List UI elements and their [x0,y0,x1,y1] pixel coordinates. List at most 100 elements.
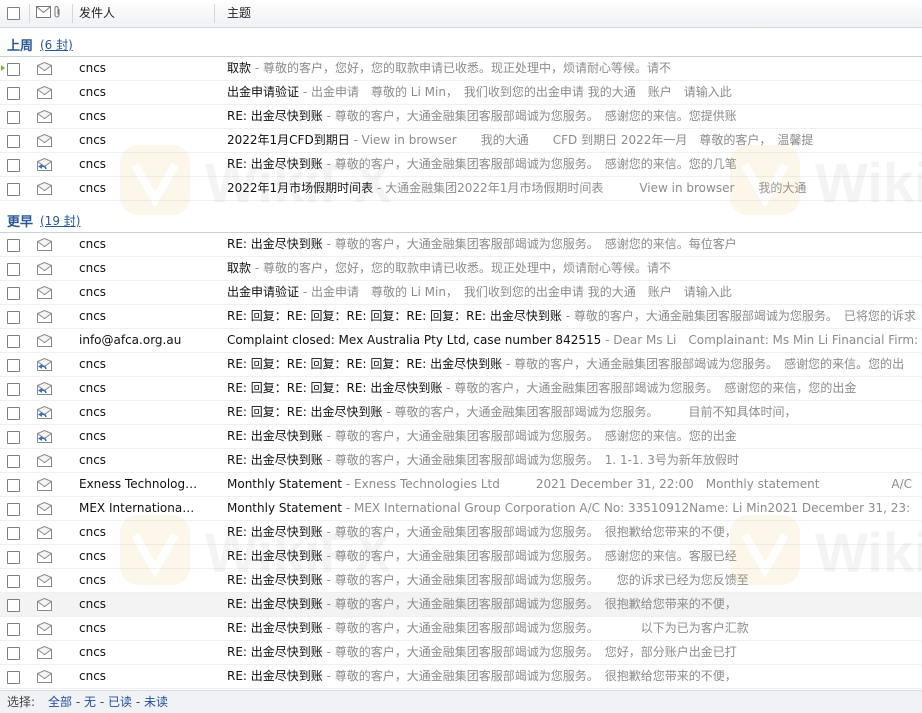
subject-cell[interactable]: 取款 - 尊敬的客户，您好，您的取款申请已收悉。现正处理中，烦请耐心等候。请不 [227,57,922,80]
row-checkbox[interactable] [7,335,20,348]
row-checkbox[interactable] [7,263,20,276]
subject-cell[interactable]: 出金申请验证 - 出金申请 尊敬的 Li Min， 我们收到您的出金申请 我的大… [227,81,922,104]
preview-separator: - [322,237,335,251]
message-row[interactable]: cncs RE: 出金尽快到账 - 尊敬的客户，大通金融集团客服部竭诚为您服务。 … [0,153,922,177]
subject-column-header[interactable]: 主题 [227,0,251,27]
message-row[interactable]: cncs RE: 出金尽快到账 - 尊敬的客户，大通金融集团客服部竭诚为您服务。 … [0,641,922,665]
group-count-link[interactable]: (6 封) [40,36,73,53]
subject-cell[interactable]: 出金申请验证 - 出金申请 尊敬的 Li Min， 我们收到您的出金申请 我的大… [227,281,922,304]
envelope-column-icon[interactable] [36,6,51,21]
envelope-icon [36,237,53,251]
message-row[interactable]: cncs 出金申请验证 - 出金申请 尊敬的 Li Min， 我们收到您的出金申请… [0,81,922,105]
message-row[interactable]: Exness Technolog… Monthly Statement - Exn… [0,473,922,497]
row-checkbox[interactable] [7,159,20,172]
subject-cell[interactable]: RE: 出金尽快到账 - 尊敬的客户，大通金融集团客服部竭诚为您服务。 您的诉求… [227,569,922,592]
message-row[interactable]: cncs 2022年1月市场假期时间表 - 大通金融集团2022年1月市场假期时间… [0,177,922,201]
reply-icon [36,405,53,419]
attachment-column-icon[interactable] [53,5,61,22]
row-checkbox[interactable] [7,239,20,252]
row-checkbox[interactable] [7,431,20,444]
subject-cell[interactable]: RE: 出金尽快到账 - 尊敬的客户，大通金融集团客服部竭诚为您服务。 以下为已… [227,617,922,640]
message-row[interactable]: cncs RE: 出金尽快到账 - 尊敬的客户，大通金融集团客服部竭诚为您服务。 … [0,105,922,129]
preview-text: 尊敬的客户，大通金融集团客服部竭诚为您服务。 感谢您的来信，您的出金 [454,381,857,395]
preview-text: 尊敬的客户，大通金融集团客服部竭诚为您服务。 很抱歉给您带来的不便， [334,669,737,683]
subject-text: RE: 出金尽快到账 [227,237,323,251]
subject-cell[interactable]: 取款 - 尊敬的客户，您好，您的取款申请已收悉。现正处理中，烦请耐心等候。请不 [227,257,922,280]
preview-text: 尊敬的客户，大通金融集团客服部竭诚为您服务。 以下为已为客户汇款 [334,621,749,635]
message-row[interactable]: cncs RE: 出金尽快到账 - 尊敬的客户，大通金融集团客服部竭诚为您服务。 … [0,521,922,545]
message-row[interactable]: cncs RE: 出金尽快到账 - 尊敬的客户，大通金融集团客服部竭诚为您服务。 … [0,593,922,617]
message-row[interactable]: cncs RE: 出金尽快到账 - 尊敬的客户，大通金融集团客服部竭诚为您服务。 … [0,569,922,593]
message-row[interactable]: cncs 出金申请验证 - 出金申请 尊敬的 Li Min， 我们收到您的出金申请… [0,281,922,305]
message-row[interactable]: cncs RE: 回复：RE: 回复：RE: 出金尽快到账 - 尊敬的客户，大通金… [0,377,922,401]
select-read-link[interactable]: 已读 [108,695,132,709]
subject-cell[interactable]: 2022年1月CFD到期日 - View in browser 我的大通 CFD… [227,129,922,152]
subject-cell[interactable]: RE: 出金尽快到账 - 尊敬的客户，大通金融集团客服部竭诚为您服务。 1. 1… [227,449,922,472]
row-checkbox[interactable] [7,623,20,636]
subject-cell[interactable]: RE: 回复：RE: 出金尽快到账 - 尊敬的客户，大通金融集团客服部竭诚为您服… [227,401,922,424]
row-checkbox[interactable] [7,63,20,76]
message-row[interactable]: MEX Internationa… Monthly Statement - MEX… [0,497,922,521]
subject-cell[interactable]: RE: 回复：RE: 回复：RE: 回复：RE: 回复：RE: 出金尽快到账 -… [227,305,922,328]
subject-cell[interactable]: RE: 出金尽快到账 - 尊敬的客户，大通金融集团客服部竭诚为您服务。 感谢您的… [227,425,922,448]
subject-cell[interactable]: RE: 出金尽快到账 - 尊敬的客户，大通金融集团客服部竭诚为您服务。 感谢您的… [227,233,922,256]
row-checkbox[interactable] [7,479,20,492]
message-row[interactable]: cncs RE: 回复：RE: 回复：RE: 回复：RE: 出金尽快到账 - 尊敬… [0,353,922,377]
subject-cell[interactable]: Complaint closed: Mex Australia Pty Ltd,… [227,329,922,352]
sender-name: Exness Technolog… [79,477,198,491]
select-unread-link[interactable]: 未读 [144,695,168,709]
message-row[interactable]: info@afca.org.au Complaint closed: Mex Au… [0,329,922,353]
subject-cell[interactable]: RE: 出金尽快到账 - 尊敬的客户，大通金融集团客服部竭诚为您服务。 您好，部… [227,641,922,664]
subject-cell[interactable]: Monthly Statement - MEX International Gr… [227,497,922,520]
subject-cell[interactable]: RE: 出金尽快到账 - 尊敬的客户，大通金融集团客服部竭诚为您服务。 很抱歉给… [227,665,922,688]
message-row[interactable]: cncs 2022年1月CFD到期日 - View in browser 我的大通… [0,129,922,153]
row-checkbox[interactable] [7,455,20,468]
group-header-last-week[interactable]: 上周 (6 封) [0,28,922,57]
row-checkbox[interactable] [7,551,20,564]
message-row[interactable]: cncs RE: 回复：RE: 出金尽快到账 - 尊敬的客户，大通金融集团客服部竭… [0,401,922,425]
select-all-link[interactable]: 全部 [48,695,72,709]
sender-column-header[interactable]: 发件人 [79,0,115,27]
group-header-earlier[interactable]: 更早 (19 封) [0,204,922,233]
group-title: 更早 [7,215,34,230]
row-checkbox[interactable] [7,111,20,124]
row-checkbox[interactable] [7,135,20,148]
message-row[interactable]: cncs RE: 回复：RE: 回复：RE: 回复：RE: 回复：RE: 出金尽快… [0,305,922,329]
subject-cell[interactable]: Monthly Statement - Exness Technologies … [227,473,922,496]
row-checkbox[interactable] [7,527,20,540]
row-checkbox[interactable] [7,87,20,100]
message-row[interactable]: cncs RE: 出金尽快到账 - 尊敬的客户，大通金融集团客服部竭诚为您服务。 … [0,449,922,473]
preview-separator: - [322,429,335,443]
message-row[interactable]: cncs RE: 出金尽快到账 - 尊敬的客户，大通金融集团客服部竭诚为您服务。 … [0,665,922,689]
preview-separator: - [601,333,614,347]
message-row[interactable]: cncs RE: 出金尽快到账 - 尊敬的客户，大通金融集团客服部竭诚为您服务。 … [0,425,922,449]
row-checkbox[interactable] [7,311,20,324]
subject-cell[interactable]: 2022年1月市场假期时间表 - 大通金融集团2022年1月市场假期时间表 Vi… [227,177,922,200]
subject-cell[interactable]: RE: 出金尽快到账 - 尊敬的客户，大通金融集团客服部竭诚为您服务。 很抱歉给… [227,593,922,616]
subject-cell[interactable]: RE: 回复：RE: 回复：RE: 回复：RE: 出金尽快到账 - 尊敬的客户，… [227,353,922,376]
row-checkbox[interactable] [7,503,20,516]
select-all-checkbox[interactable] [7,7,20,20]
message-row[interactable]: cncs RE: 出金尽快到账 - 尊敬的客户，大通金融集团客服部竭诚为您服务。 … [0,545,922,569]
reply-icon [36,357,53,371]
message-row[interactable]: cncs RE: 出金尽快到账 - 尊敬的客户，大通金融集团客服部竭诚为您服务。 … [0,233,922,257]
group-count-link[interactable]: (19 封) [40,212,80,229]
row-checkbox[interactable] [7,647,20,660]
row-checkbox[interactable] [7,599,20,612]
row-checkbox[interactable] [7,407,20,420]
row-checkbox[interactable] [7,287,20,300]
message-row[interactable]: cncs RE: 出金尽快到账 - 尊敬的客户，大通金融集团客服部竭诚为您服务。 … [0,617,922,641]
subject-cell[interactable]: RE: 回复：RE: 回复：RE: 出金尽快到账 - 尊敬的客户，大通金融集团客… [227,377,922,400]
row-checkbox[interactable] [7,359,20,372]
subject-cell[interactable]: RE: 出金尽快到账 - 尊敬的客户，大通金融集团客服部竭诚为您服务。 感谢您的… [227,153,922,176]
select-none-link[interactable]: 无 [84,695,96,709]
message-row[interactable]: cncs 取款 - 尊敬的客户，您好，您的取款申请已收悉。现正处理中，烦请耐心等候… [0,57,922,81]
row-checkbox[interactable] [7,183,20,196]
message-row[interactable]: cncs 取款 - 尊敬的客户，您好，您的取款申请已收悉。现正处理中，烦请耐心等候… [0,257,922,281]
subject-cell[interactable]: RE: 出金尽快到账 - 尊敬的客户，大通金融集团客服部竭诚为您服务。 感谢您的… [227,545,922,568]
subject-cell[interactable]: RE: 出金尽快到账 - 尊敬的客户，大通金融集团客服部竭诚为您服务。 很抱歉给… [227,521,922,544]
subject-cell[interactable]: RE: 出金尽快到账 - 尊敬的客户，大通金融集团客服部竭诚为您服务。 感谢您的… [227,105,922,128]
row-checkbox[interactable] [7,575,20,588]
row-checkbox[interactable] [7,383,20,396]
row-checkbox[interactable] [7,671,20,684]
